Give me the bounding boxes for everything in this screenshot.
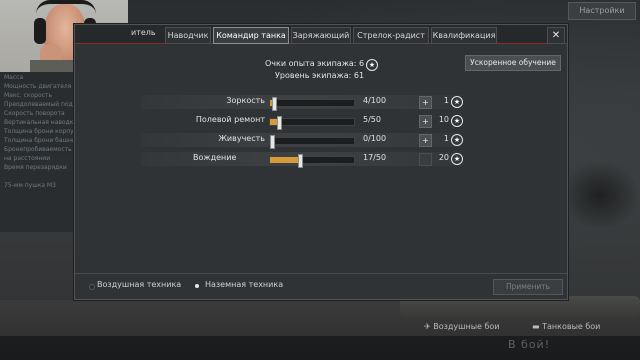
stat-line: Толщина брони башни <box>4 137 76 144</box>
tank-battles-tab[interactable]: ▬ Танковые бои <box>532 318 600 336</box>
plus-icon[interactable] <box>419 153 432 166</box>
skill-name: Вождение <box>193 153 237 162</box>
stat-line: на расстоянии <box>4 155 51 162</box>
star-circle-icon: ★ <box>451 153 463 165</box>
tab-driver-partial[interactable]: итель <box>131 28 156 37</box>
stat-line: Макс. скорость <box>4 92 52 99</box>
skill-row: Зоркость 4/100 + 1 ★ <box>141 95 463 111</box>
skill-value: 0/100 <box>363 134 387 143</box>
stat-line: Вертикальная наводка <box>4 119 78 126</box>
stat-line: Масса <box>4 74 24 81</box>
filter-ground-label[interactable]: Наземная техника <box>205 280 283 289</box>
stat-line: Мощность двигателя <box>4 83 72 90</box>
stat-line: Бронепробиваемость <box>4 146 72 153</box>
slider-handle[interactable] <box>298 154 303 168</box>
footer-divider <box>75 273 567 274</box>
tab-loader[interactable]: Заряжающий <box>291 27 351 44</box>
stat-line: Толщина брони корпуса <box>4 128 81 135</box>
skill-slider[interactable] <box>269 154 355 168</box>
slider-handle[interactable] <box>277 116 282 130</box>
skill-row: Полевой ремонт 5/50 + 10 ★ <box>141 114 463 130</box>
skill-name: Зоркость <box>226 96 265 105</box>
skill-cost: 1 <box>443 134 449 143</box>
skill-value: 17/50 <box>363 153 387 162</box>
plus-icon[interactable]: + <box>419 134 432 147</box>
stat-line: Время перезарядки <box>4 164 67 171</box>
plane-icon: ✈ <box>424 322 431 331</box>
plus-icon[interactable]: + <box>419 96 432 109</box>
skill-cost: 10 <box>438 115 449 124</box>
star-circle-icon: ★ <box>451 115 463 127</box>
close-icon[interactable]: ✕ <box>547 27 565 44</box>
radio-ground[interactable] <box>195 284 199 288</box>
skill-name: Полевой ремонт <box>195 115 265 124</box>
skill-slider[interactable] <box>269 116 355 130</box>
slider-handle[interactable] <box>270 135 275 149</box>
crew-points-label: Очки опыта экипажа: 6 <box>265 59 365 68</box>
stat-line: 75-мм пушка M3 <box>4 182 56 189</box>
air-battles-tab[interactable]: ✈ Воздушные бои <box>424 318 500 336</box>
tank-silhouette <box>560 160 640 230</box>
tank-icon: ▬ <box>532 322 540 331</box>
crew-dialog: итель Наводчик Командир танка Заряжающий… <box>74 24 568 300</box>
tab-qualification[interactable]: Квалификация <box>431 27 497 44</box>
tab-radio-gunner[interactable]: Стрелок-радист <box>353 27 429 44</box>
vehicle-stats-panel: Масса Мощность двигателя Макс. скорость … <box>0 72 85 232</box>
crew-tab-bar: итель Наводчик Командир танка Заряжающий… <box>75 25 567 44</box>
skill-slider[interactable] <box>269 135 355 149</box>
skill-row: Живучесть 0/100 + 1 ★ <box>141 133 463 149</box>
stat-line: Скорость поворота <box>4 110 65 117</box>
tank-battles-label: Танковые бои <box>542 322 601 331</box>
star-circle-icon: ★ <box>366 59 378 71</box>
headphone-left <box>34 18 46 44</box>
radio-air[interactable] <box>89 284 95 290</box>
skill-value: 5/50 <box>363 115 381 124</box>
apply-button[interactable]: Применить <box>493 279 563 295</box>
tab-tank-commander[interactable]: Командир танка <box>213 27 289 44</box>
star-circle-icon: ★ <box>451 134 463 146</box>
plus-icon[interactable]: + <box>419 115 432 128</box>
skill-cost: 20 <box>438 153 449 162</box>
skill-cost: 1 <box>443 96 449 105</box>
battle-mode-tabs: ✈ Воздушные бои ▬ Танковые бои <box>424 318 640 336</box>
skill-fill <box>270 157 299 163</box>
to-battle-button[interactable]: В бой! <box>508 338 550 351</box>
accelerated-training-button[interactable]: Ускоренное обучение <box>465 55 561 71</box>
skill-name: Живучесть <box>218 134 265 143</box>
filter-air-label[interactable]: Воздушная техника <box>97 280 181 289</box>
settings-button[interactable]: Настройки <box>568 2 636 20</box>
tab-gunner[interactable]: Наводчик <box>165 27 211 44</box>
star-circle-icon: ★ <box>451 96 463 108</box>
skill-value: 4/100 <box>363 96 387 105</box>
skill-slider[interactable] <box>269 97 355 111</box>
slider-handle[interactable] <box>272 97 277 111</box>
skill-row: Вождение 17/50 20 ★ <box>141 152 463 168</box>
crew-level-label: Уровень экипажа: 61 <box>275 71 365 80</box>
air-battles-label: Воздушные бои <box>433 322 500 331</box>
